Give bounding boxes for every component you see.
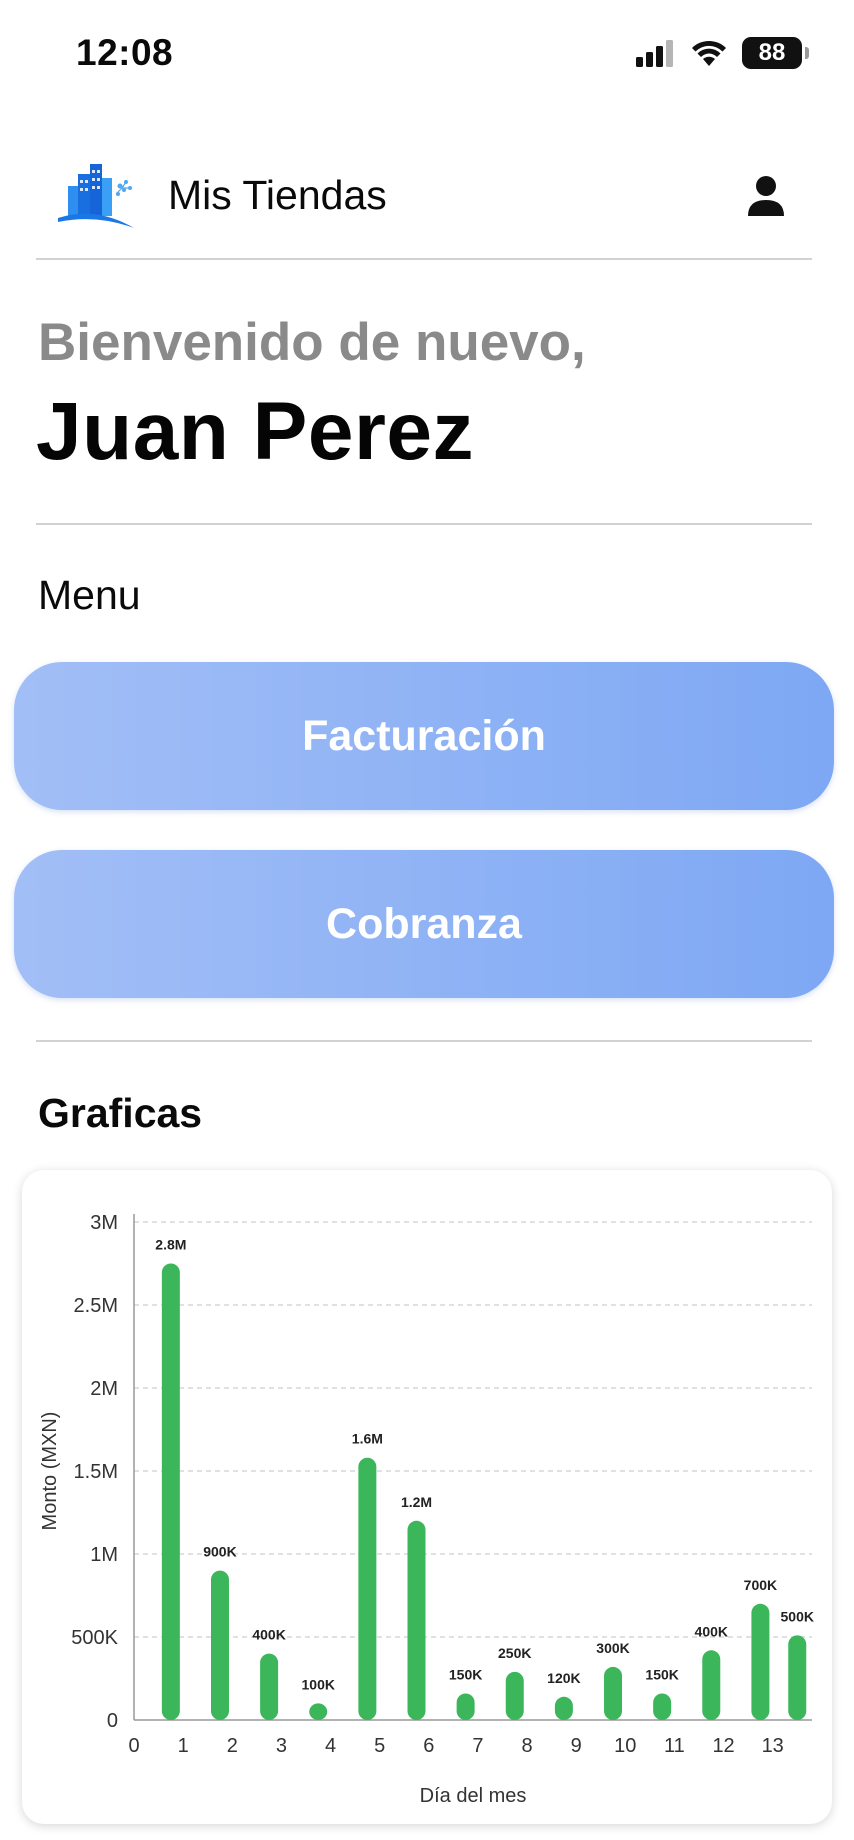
bar — [161, 1263, 180, 1720]
facturacion-button[interactable]: Facturación — [14, 662, 834, 810]
welcome-section: Bienvenido de nuevo, Juan Perez — [36, 280, 812, 525]
y-tick-label: 2M — [90, 1378, 118, 1400]
x-tick-label: 4 — [325, 1735, 336, 1757]
x-tick-label: 5 — [374, 1735, 385, 1757]
data-label: 700K — [744, 1577, 777, 1593]
y-tick-label: 500K — [71, 1627, 118, 1649]
app-header: Mis Tiendas — [36, 150, 812, 260]
x-tick-label: 2 — [227, 1735, 238, 1757]
bar — [505, 1671, 524, 1720]
bar — [702, 1650, 721, 1720]
data-label: 150K — [645, 1666, 678, 1682]
wifi-icon — [692, 40, 726, 66]
x-tick-label: 10 — [614, 1735, 636, 1757]
person-icon[interactable] — [746, 174, 786, 218]
x-tick-label: 9 — [571, 1735, 582, 1757]
graphs-heading: Graficas — [38, 1090, 203, 1136]
data-label: 900K — [203, 1544, 236, 1560]
y-tick-label: 2.5M — [74, 1295, 118, 1317]
bar — [358, 1457, 377, 1720]
data-label: 120K — [547, 1670, 580, 1686]
y-tick-label: 1.5M — [74, 1461, 118, 1483]
bar — [554, 1696, 573, 1720]
bar — [788, 1635, 807, 1720]
y-tick-label: 0 — [107, 1710, 118, 1732]
battery-indicator: 88 — [742, 37, 809, 69]
x-axis-title: Día del mes — [420, 1785, 527, 1807]
data-label: 150K — [449, 1666, 482, 1682]
bar — [210, 1570, 229, 1720]
y-tick-label: 3M — [90, 1212, 118, 1234]
bar — [653, 1693, 672, 1720]
welcome-greeting: Bienvenido de nuevo, — [38, 313, 586, 372]
facturacion-button-label: Facturación — [302, 711, 546, 760]
bar — [309, 1703, 328, 1720]
bar — [456, 1693, 475, 1720]
cellular-signal-icon — [636, 40, 673, 67]
x-tick-label: 8 — [521, 1735, 532, 1757]
y-tick-label: 1M — [90, 1544, 118, 1566]
x-tick-label: 6 — [423, 1735, 434, 1757]
x-tick-label: 11 — [664, 1735, 685, 1757]
x-tick-label: 13 — [762, 1735, 784, 1757]
bar — [260, 1653, 279, 1720]
buildings-logo-icon — [58, 164, 134, 228]
user-name: Juan Perez — [36, 386, 474, 477]
data-label: 2.8M — [155, 1237, 186, 1253]
status-time: 12:08 — [76, 32, 174, 73]
data-label: 400K — [695, 1623, 728, 1639]
x-tick-label: 1 — [178, 1735, 189, 1757]
x-tick-label: 0 — [128, 1735, 139, 1757]
data-label: 400K — [252, 1627, 285, 1643]
x-tick-label: 12 — [712, 1735, 734, 1757]
app-title: Mis Tiendas — [168, 172, 387, 218]
bar — [604, 1666, 623, 1720]
x-tick-label: 3 — [276, 1735, 287, 1757]
x-tick-label: 7 — [472, 1735, 483, 1757]
data-label: 100K — [302, 1676, 335, 1692]
bar — [407, 1520, 426, 1720]
data-label: 500K — [781, 1608, 814, 1624]
cobranza-button[interactable]: Cobranza — [14, 850, 834, 998]
status-bar: 12:08 88 — [0, 0, 854, 110]
data-label: 250K — [498, 1645, 531, 1661]
cobranza-button-label: Cobranza — [326, 899, 522, 948]
bar — [751, 1603, 770, 1720]
battery-level: 88 — [758, 39, 786, 66]
section-divider — [36, 1040, 812, 1042]
chart-card: 0 500K 1M 1.5M 2M 2.5M 3M 0 1 2 3 4 5 6 7 8 9 10 11 12 13 2.8… — [22, 1170, 832, 1824]
data-label: 1.2M — [401, 1494, 432, 1510]
menu-heading: Menu — [38, 572, 141, 618]
data-label: 300K — [596, 1640, 629, 1656]
data-label: 1.6M — [352, 1431, 383, 1447]
bar-chart: 0500K1M1.5M2M2.5M3M0 1 2 3 4 5 6 7 8 9 10 11 12 132.8… — [39, 1212, 814, 1807]
status-icons: 88 — [636, 36, 809, 70]
y-axis-title: Monto (MXN) — [39, 1412, 61, 1531]
